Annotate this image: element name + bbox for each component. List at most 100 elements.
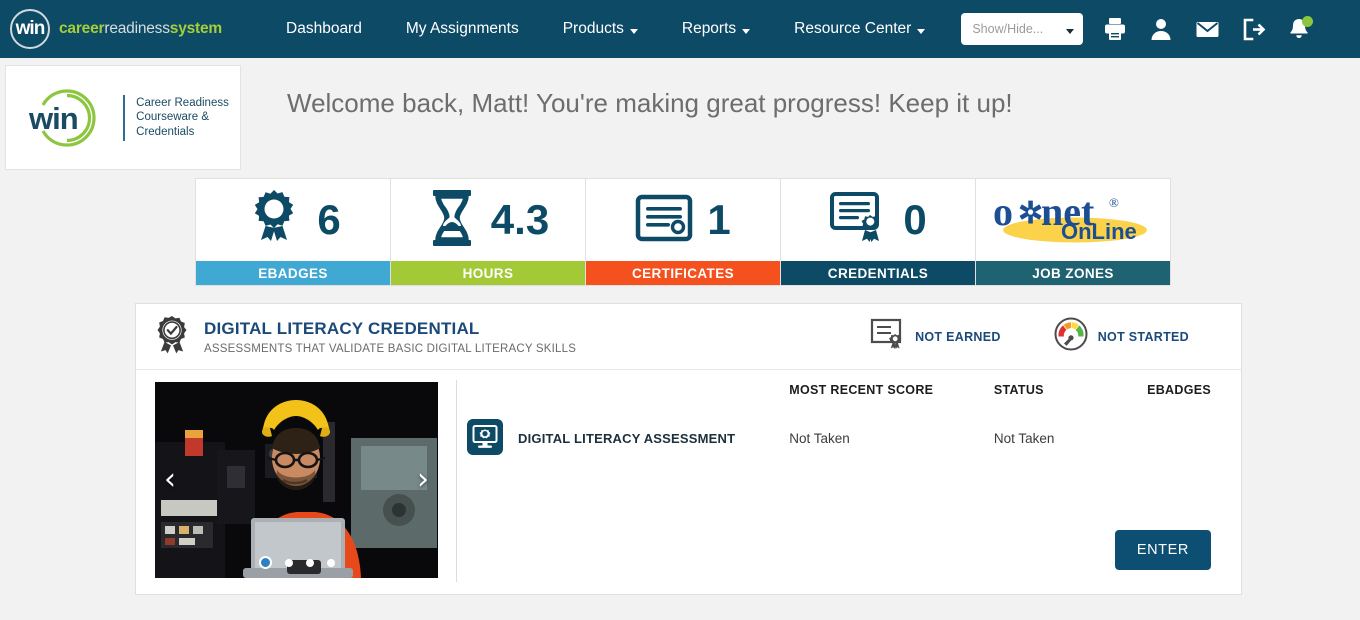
assessment-status-cell: Not Taken: [993, 431, 1055, 446]
carousel-next-button[interactable]: ›: [417, 465, 429, 495]
nav-links: Dashboard My Assignments Products Report…: [264, 14, 947, 44]
stat-tile-certificates[interactable]: 1 CERTIFICATES: [585, 178, 781, 286]
chevron-down-icon: [742, 28, 751, 34]
top-navbar: win careerreadinesssystem Dashboard My A…: [0, 0, 1360, 58]
assessment-name: DIGITAL LITERACY ASSESSMENT: [518, 431, 736, 446]
hourglass-icon: [427, 188, 477, 253]
carousel-prev-button[interactable]: ‹: [164, 465, 176, 495]
status-label: NOT STARTED: [1097, 329, 1189, 344]
ebadge-rosette-icon: [245, 188, 303, 253]
certificate-icon: [635, 193, 693, 248]
assessment-ebadges-cell: [1147, 417, 1211, 460]
enter-button[interactable]: ENTER: [1114, 530, 1211, 570]
assessment-monitor-icon: [467, 419, 503, 458]
stat-value: 0: [903, 196, 927, 243]
show-hide-placeholder: Show/Hide...: [972, 22, 1044, 36]
show-hide-select[interactable]: Show/Hide...: [961, 13, 1084, 45]
credential-card: DIGITAL LITERACY CREDENTIAL ASSESSMENTS …: [135, 303, 1242, 595]
nav-item-label: Products: [562, 20, 624, 37]
stat-tile-hours[interactable]: 4.3 HOURS: [390, 178, 586, 286]
brand-system-text: system: [169, 20, 223, 37]
brand-wordmark: careerreadinesssystem: [59, 20, 222, 38]
chevron-down-icon: [917, 28, 926, 34]
stat-label: CREDENTIALS: [781, 261, 975, 285]
credential-title: DIGITAL LITERACY CREDENTIAL: [204, 318, 480, 338]
credential-status-group: NOT EARNED NOT STARTED: [870, 317, 1189, 356]
bell-icon[interactable]: [1279, 9, 1319, 49]
carousel-dot[interactable]: [326, 558, 335, 567]
column-header-ebadges: EBADGES: [1147, 383, 1211, 397]
nav-item-label: Reports: [681, 20, 737, 37]
credential-card-body: ‹ › MOST RECENT SCORE STATUS EBADGES DIG…: [136, 370, 1241, 594]
logo-tagline-line3: Credentials: [136, 125, 195, 138]
table-row[interactable]: DIGITAL LITERACY ASSESSMENT Not Taken No…: [467, 417, 1211, 460]
credential-seal-icon: [829, 191, 889, 250]
svg-text:win: win: [28, 101, 78, 136]
brand-logo[interactable]: win careerreadinesssystem: [10, 9, 222, 49]
brand-career-text: career: [59, 20, 105, 37]
image-carousel[interactable]: ‹ ›: [155, 382, 438, 578]
table-header-row: MOST RECENT SCORE STATUS EBADGES: [467, 380, 1211, 417]
win-logo-card: win Career Readiness Courseware & Creden…: [5, 65, 241, 170]
logo-tagline: Career Readiness Courseware & Credential…: [136, 96, 229, 140]
assessment-table-column: MOST RECENT SCORE STATUS EBADGES DIGITAL…: [457, 370, 1241, 594]
stat-tile-job-zones[interactable]: o ✲ net ® OnLine JOB ZONES: [975, 178, 1171, 286]
svg-text:o: o: [993, 189, 1013, 234]
print-icon[interactable]: [1095, 9, 1135, 49]
stat-value: 4.3: [490, 196, 550, 243]
column-header-status: STATUS: [993, 383, 1044, 397]
win-circle-icon: win: [10, 9, 50, 49]
status-label: NOT EARNED: [915, 329, 1001, 344]
nav-item-dashboard[interactable]: Dashboard: [264, 14, 384, 44]
mail-icon[interactable]: [1187, 9, 1227, 49]
assessment-name-cell: DIGITAL LITERACY ASSESSMENT: [467, 417, 789, 460]
nav-icon-group: [1095, 9, 1319, 49]
nav-item-products[interactable]: Products: [541, 14, 660, 44]
welcome-strip: win Career Readiness Courseware & Creden…: [0, 58, 1360, 170]
carousel-dot[interactable]: [258, 556, 272, 569]
status-not-started: NOT STARTED: [1053, 317, 1189, 356]
credential-subtitle: ASSESSMENTS THAT VALIDATE BASIC DIGITAL …: [204, 342, 577, 355]
win-logo-icon: win: [17, 85, 121, 151]
stat-tiles: 6 EBADGES 4.3 HOURS 1 CERTIFICATES 0 CRE…: [195, 178, 1360, 286]
logout-icon[interactable]: [1233, 9, 1273, 49]
status-not-earned: NOT EARNED: [870, 318, 1001, 355]
assessment-table: MOST RECENT SCORE STATUS EBADGES DIGITAL…: [467, 380, 1211, 460]
carousel-dot[interactable]: [305, 558, 314, 567]
svg-text:✲: ✲: [1018, 197, 1043, 230]
brand-readiness-text: readiness: [104, 20, 170, 37]
logo-tagline-line2: Courseware &: [136, 111, 210, 124]
welcome-message: Welcome back, Matt! You're making great …: [287, 88, 1013, 118]
award-check-icon: [150, 315, 194, 359]
column-header-most-recent-score: MOST RECENT SCORE: [789, 383, 934, 397]
gauge-icon: [1053, 317, 1089, 356]
stat-value: 1: [707, 196, 731, 243]
win-mark-text: win: [15, 18, 46, 39]
nav-item-my-assignments[interactable]: My Assignments: [384, 14, 541, 44]
stat-label: EBADGES: [196, 261, 390, 285]
stat-label: JOB ZONES: [976, 261, 1170, 285]
nav-item-reports[interactable]: Reports: [660, 14, 772, 44]
nav-item-label: My Assignments: [405, 20, 519, 37]
nav-item-resource-center[interactable]: Resource Center: [772, 14, 947, 44]
stat-label: HOURS: [391, 261, 585, 285]
certificate-outline-icon: [870, 318, 906, 355]
assessment-score-cell: Not Taken: [789, 431, 850, 446]
chevron-down-icon: [629, 28, 638, 34]
logo-divider: [123, 94, 126, 141]
nav-item-label: Dashboard: [286, 20, 362, 37]
logo-tagline-line1: Career Readiness: [136, 96, 229, 109]
stat-tile-ebadges[interactable]: 6 EBADGES: [195, 178, 391, 286]
svg-text:®: ®: [1109, 195, 1119, 210]
onet-online-logo: o ✲ net ® OnLine: [983, 183, 1163, 258]
chevron-down-icon: [1066, 28, 1075, 34]
credential-card-header: DIGITAL LITERACY CREDENTIAL ASSESSMENTS …: [136, 304, 1241, 370]
nav-item-label: Resource Center: [794, 20, 912, 37]
column-header-name: [467, 380, 789, 417]
svg-text:OnLine: OnLine: [1061, 219, 1137, 244]
user-icon[interactable]: [1141, 9, 1181, 49]
stat-tile-credentials[interactable]: 0 CREDENTIALS: [780, 178, 976, 286]
carousel-column: ‹ ›: [136, 370, 456, 594]
stat-value: 6: [317, 196, 341, 243]
carousel-dot[interactable]: [284, 558, 293, 567]
